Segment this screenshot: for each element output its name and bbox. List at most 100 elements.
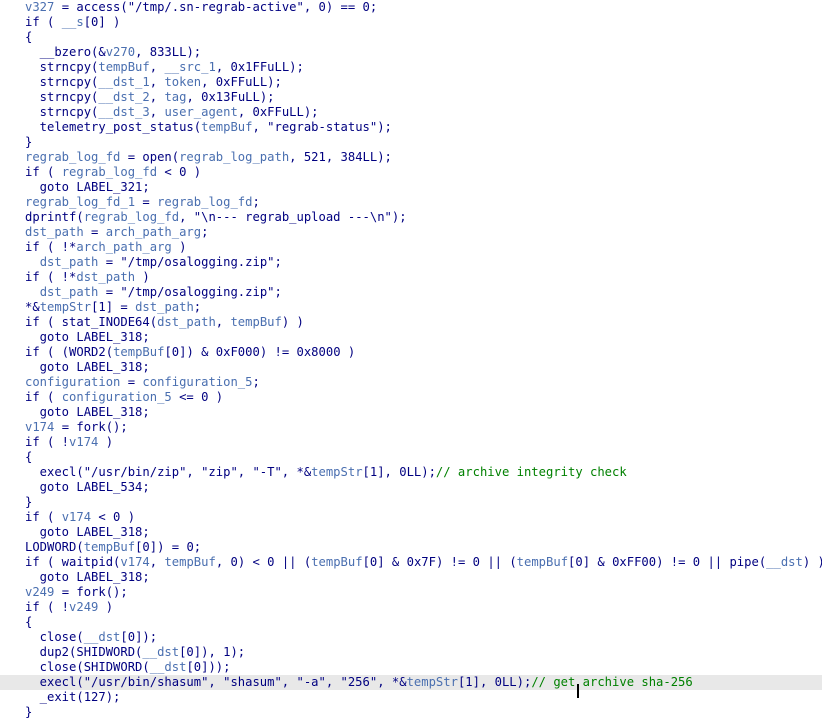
code-line[interactable]: if ( (WORD2(tempBuf[0]) & 0xF000) != 0x8…	[0, 345, 822, 360]
code-identifier[interactable]: token	[164, 75, 201, 89]
code-identifier[interactable]: tempBuf	[98, 60, 149, 74]
code-line[interactable]: if ( !v174 )	[0, 435, 822, 450]
code-identifier[interactable]: regrab_log_fd	[157, 195, 252, 209]
code-identifier[interactable]: __dst_3	[98, 105, 149, 119]
code-line[interactable]: if ( configuration_5 <= 0 )	[0, 390, 822, 405]
code-identifier[interactable]: __dst	[150, 660, 187, 674]
code-line[interactable]: if ( regrab_log_fd < 0 )	[0, 165, 822, 180]
code-identifier[interactable]: tempStr	[40, 300, 91, 314]
code-line[interactable]: strncpy(__dst_2, tag, 0x13FuLL);	[0, 90, 822, 105]
code-line[interactable]: regrab_log_fd_1 = regrab_log_fd;	[0, 195, 822, 210]
code-text: , 0x13FuLL);	[186, 90, 275, 104]
code-identifier[interactable]: configuration_5	[62, 390, 172, 404]
code-identifier[interactable]: __s	[62, 15, 84, 29]
code-line[interactable]: configuration = configuration_5;	[0, 375, 822, 390]
code-identifier[interactable]: tempStr	[311, 465, 362, 479]
code-identifier[interactable]: v327	[25, 0, 54, 14]
code-identifier[interactable]: __dst	[766, 555, 803, 569]
code-identifier[interactable]: dst_path	[76, 270, 135, 284]
code-identifier[interactable]: regrab_log_fd_1	[25, 195, 135, 209]
code-line[interactable]: close(SHIDWORD(__dst[0]));	[0, 660, 822, 675]
code-identifier[interactable]: v174	[120, 555, 149, 569]
code-identifier[interactable]: __dst_2	[98, 90, 149, 104]
code-identifier[interactable]: arch_path_arg	[76, 240, 171, 254]
code-identifier[interactable]: dst_path	[157, 315, 216, 329]
code-line[interactable]: dprintf(regrab_log_fd, "\n--- regrab_upl…	[0, 210, 822, 225]
code-line[interactable]: dup2(SHIDWORD(__dst[0]), 1);	[0, 645, 822, 660]
code-identifier[interactable]: regrab_log_fd	[25, 150, 120, 164]
code-line[interactable]: strncpy(__dst_1, token, 0xFFuLL);	[0, 75, 822, 90]
code-identifier[interactable]: v174	[69, 435, 98, 449]
code-identifier[interactable]: configuration	[25, 375, 120, 389]
code-identifier[interactable]: user_agent	[164, 105, 237, 119]
code-line[interactable]: v249 = fork();	[0, 585, 822, 600]
code-identifier[interactable]: v174	[62, 510, 91, 524]
code-identifier[interactable]: dst_path	[135, 300, 194, 314]
code-line[interactable]: LODWORD(tempBuf[0]) = 0;	[0, 540, 822, 555]
code-line[interactable]: {	[0, 615, 822, 630]
code-identifier[interactable]: tempBuf	[113, 345, 164, 359]
code-identifier[interactable]: tempStr	[407, 675, 458, 689]
code-line[interactable]: }	[0, 705, 822, 720]
code-line[interactable]: if ( v174 < 0 )	[0, 510, 822, 525]
code-line[interactable]: if ( !*arch_path_arg )	[0, 240, 822, 255]
code-line[interactable]: }	[0, 495, 822, 510]
code-line[interactable]: strncpy(__dst_3, user_agent, 0xFFuLL);	[0, 105, 822, 120]
code-identifier[interactable]: tempBuf	[230, 315, 281, 329]
code-line[interactable]: if ( __s[0] )	[0, 15, 822, 30]
code-identifier[interactable]: v174	[25, 420, 54, 434]
code-identifier[interactable]: tempBuf	[517, 555, 568, 569]
code-line[interactable]: goto LABEL_534;	[0, 480, 822, 495]
pseudocode-view[interactable]: v327 = access("/tmp/.sn-regrab-active", …	[0, 0, 822, 723]
code-line[interactable]: v174 = fork();	[0, 420, 822, 435]
code-identifier[interactable]: regrab_log_path	[179, 150, 289, 164]
code-line[interactable]: v327 = access("/tmp/.sn-regrab-active", …	[0, 0, 822, 15]
code-identifier[interactable]: tag	[164, 90, 186, 104]
code-line[interactable]: execl("/usr/bin/zip", "zip", "-T", *&tem…	[0, 465, 822, 480]
code-line[interactable]: __bzero(&v270, 833LL);	[0, 45, 822, 60]
code-identifier[interactable]: configuration_5	[142, 375, 252, 389]
code-line[interactable]: dst_path = arch_path_arg;	[0, 225, 822, 240]
code-line[interactable]: goto LABEL_321;	[0, 180, 822, 195]
code-line[interactable]: }	[0, 135, 822, 150]
code-line[interactable]: if ( stat_INODE64(dst_path, tempBuf) )	[0, 315, 822, 330]
code-identifier[interactable]: tempBuf	[164, 555, 215, 569]
code-line[interactable]: if ( !*dst_path )	[0, 270, 822, 285]
code-identifier[interactable]: dst_path	[40, 285, 99, 299]
code-line[interactable]: if ( waitpid(v174, tempBuf, 0) < 0 || (t…	[0, 555, 822, 570]
code-line[interactable]: goto LABEL_318;	[0, 405, 822, 420]
code-identifier[interactable]: dst_path	[40, 255, 99, 269]
code-line[interactable]: regrab_log_fd = open(regrab_log_path, 52…	[0, 150, 822, 165]
code-identifier[interactable]: dst_path	[25, 225, 84, 239]
code-line[interactable]: strncpy(tempBuf, __src_1, 0x1FFuLL);	[0, 60, 822, 75]
code-identifier[interactable]: regrab_log_fd	[62, 165, 157, 179]
code-identifier[interactable]: __dst_1	[98, 75, 149, 89]
code-line[interactable]: {	[0, 450, 822, 465]
code-line[interactable]: execl("/usr/bin/shasum", "shasum", "-a",…	[0, 675, 822, 690]
code-line[interactable]: *&tempStr[1] = dst_path;	[0, 300, 822, 315]
code-line[interactable]: goto LABEL_318;	[0, 525, 822, 540]
code-line[interactable]: {	[0, 30, 822, 45]
code-text: if ( !	[25, 600, 70, 614]
code-line[interactable]: close(__dst[0]);	[0, 630, 822, 645]
code-line[interactable]: _exit(127);	[0, 690, 822, 705]
code-line[interactable]: goto LABEL_318;	[0, 570, 822, 585]
code-line[interactable]: dst_path = "/tmp/osalogging.zip";	[0, 255, 822, 270]
code-identifier[interactable]: tempBuf	[201, 120, 252, 134]
code-identifier[interactable]: regrab_log_fd	[84, 210, 179, 224]
code-identifier[interactable]: tempBuf	[311, 555, 362, 569]
code-identifier[interactable]: arch_path_arg	[106, 225, 201, 239]
code-identifier[interactable]: v249	[69, 600, 98, 614]
code-identifier[interactable]: __dst	[84, 630, 121, 644]
code-identifier[interactable]: tempBuf	[84, 540, 135, 554]
code-line[interactable]: goto LABEL_318;	[0, 330, 822, 345]
code-line[interactable]: dst_path = "/tmp/osalogging.zip";	[0, 285, 822, 300]
code-identifier[interactable]: __src_1	[164, 60, 215, 74]
code-line[interactable]: telemetry_post_status(tempBuf, "regrab-s…	[0, 120, 822, 135]
code-text: = "/tmp/osalogging.zip";	[98, 255, 282, 269]
code-identifier[interactable]: __dst	[142, 645, 179, 659]
code-line[interactable]: if ( !v249 )	[0, 600, 822, 615]
code-identifier[interactable]: v249	[25, 585, 54, 599]
code-identifier[interactable]: v270	[106, 45, 135, 59]
code-line[interactable]: goto LABEL_318;	[0, 360, 822, 375]
